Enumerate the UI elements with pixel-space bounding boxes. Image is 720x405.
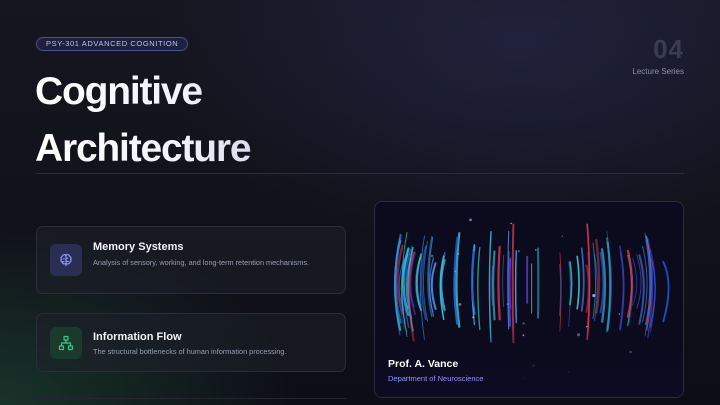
light-streak — [568, 261, 571, 327]
star-dot — [454, 270, 457, 273]
star-dot — [430, 254, 434, 258]
card-description: Analysis of sensory, working, and long-t… — [93, 258, 310, 267]
light-streak — [477, 246, 481, 330]
light-streak — [502, 255, 505, 308]
card-title: Information Flow — [93, 331, 182, 343]
light-streak — [632, 258, 638, 306]
bottom-divider — [36, 398, 346, 399]
light-streak — [497, 245, 501, 321]
star-dot — [535, 249, 537, 251]
light-streak — [662, 260, 670, 323]
light-streak — [592, 242, 596, 320]
light-streak — [580, 247, 585, 312]
card-information-flow: Information Flow The structural bottlene… — [36, 313, 346, 372]
light-streak — [430, 262, 437, 311]
card-title: Memory Systems — [93, 241, 184, 253]
lecture-number: 04 — [653, 34, 684, 64]
section-divider — [36, 173, 684, 174]
light-streak — [509, 257, 512, 310]
star-dot — [561, 235, 564, 237]
light-streak — [638, 254, 645, 325]
light-streak — [511, 223, 515, 344]
star-dot — [618, 313, 621, 315]
star-dot — [506, 303, 509, 306]
card-description: The structural bottlenecks of human info… — [93, 347, 287, 356]
star-dot — [469, 218, 472, 222]
light-streak — [515, 251, 517, 319]
presenter-card: Prof. A. Vance Department of Neuroscienc… — [374, 201, 684, 398]
brain-icon — [50, 244, 82, 276]
star-dot — [510, 222, 512, 225]
presenter-name: Prof. A. Vance — [388, 358, 459, 370]
course-badge: PSY-301 ADVANCED COGNITION — [36, 37, 189, 51]
star-dot — [458, 303, 462, 306]
lecture-label: Lecture Series — [632, 67, 684, 76]
star-dot — [457, 252, 460, 255]
light-streak — [576, 255, 580, 310]
network-diagram-icon — [50, 327, 82, 359]
presenter-department: Department of Neuroscience — [388, 374, 484, 383]
star-dot — [522, 322, 525, 325]
star-dot — [472, 316, 475, 319]
star-dot — [592, 294, 596, 298]
card-memory-systems: Memory Systems Analysis of sensory, work… — [36, 226, 346, 294]
star-dot — [518, 250, 520, 252]
light-streak — [492, 250, 496, 321]
slide-title: Cognitive Architecture — [35, 63, 365, 177]
